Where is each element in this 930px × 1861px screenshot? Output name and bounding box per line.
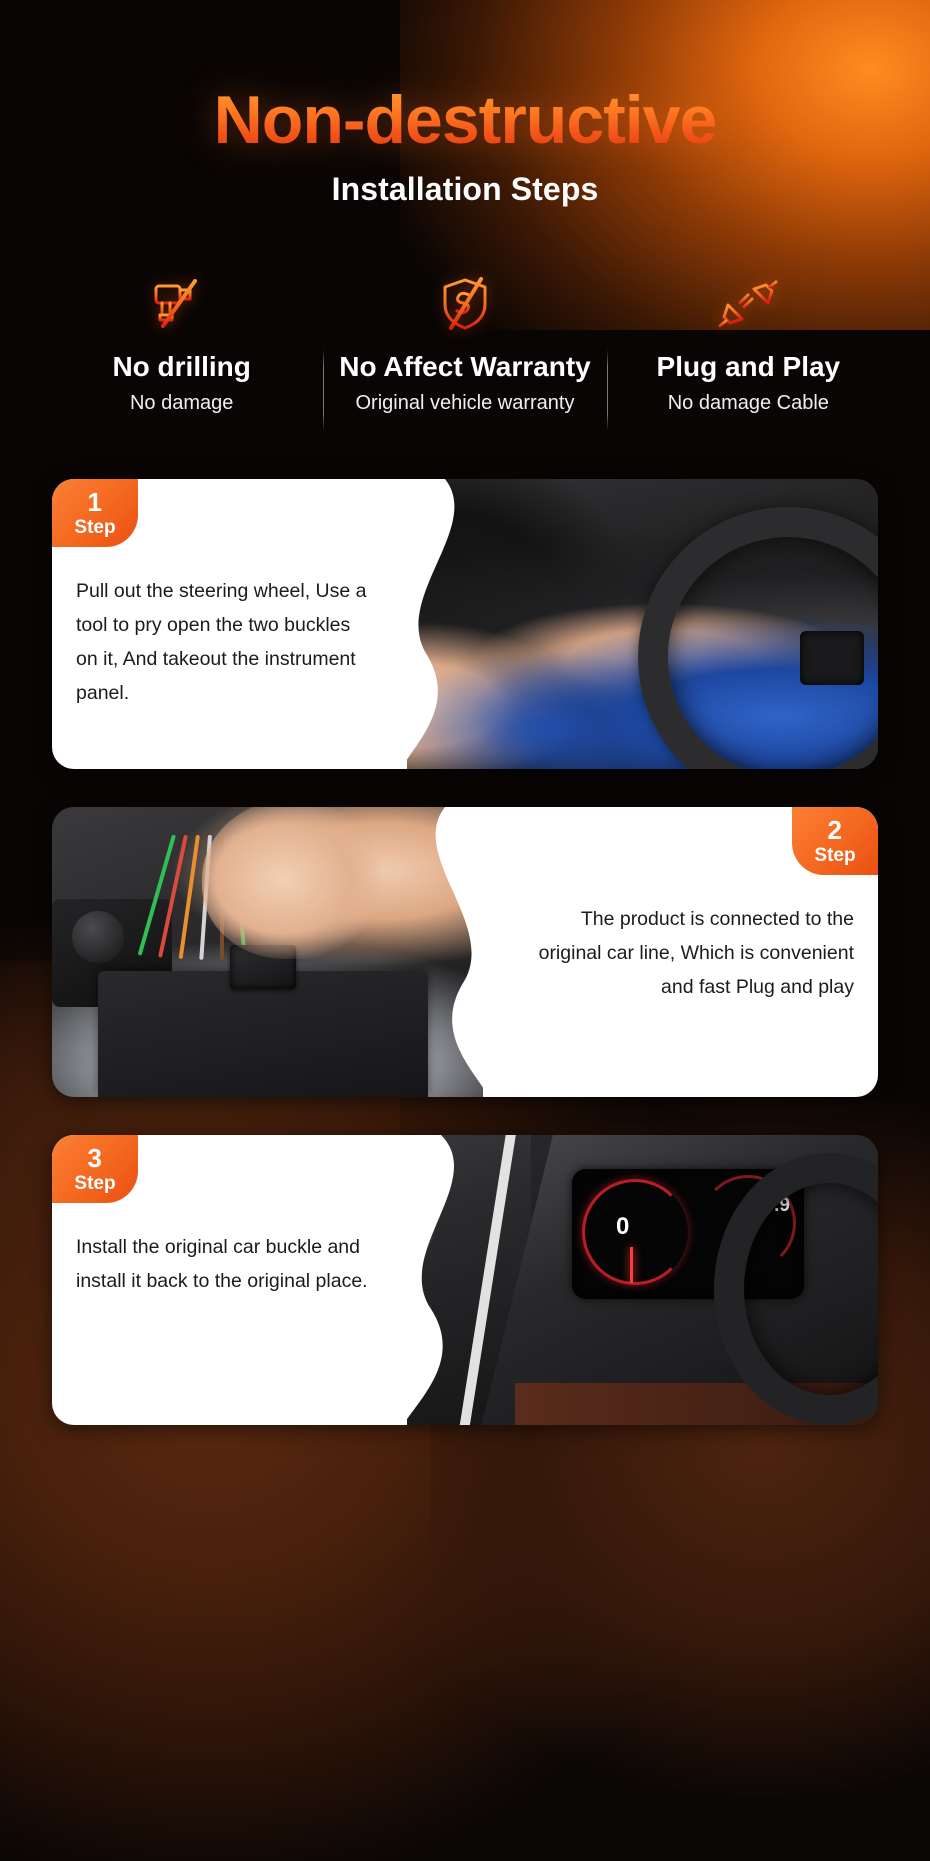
gauge-needle bbox=[630, 1247, 633, 1284]
page-header: Non-destructive Installation Steps bbox=[0, 0, 930, 208]
plug-connector-icon bbox=[613, 270, 884, 338]
step-card-3: 0 0.9 3 Step Install the original car bu… bbox=[52, 1135, 878, 1426]
step-badge-2: 2 Step bbox=[792, 807, 878, 876]
instrument-panel-shape bbox=[98, 971, 428, 1098]
feature-subtitle: No damage Cable bbox=[667, 392, 829, 415]
step-badge-1: 1 Step bbox=[52, 479, 138, 548]
step-badge-3: 3 Step bbox=[52, 1135, 138, 1204]
headlight-knob-shape bbox=[72, 911, 124, 964]
feature-title: No drilling bbox=[112, 351, 251, 382]
feature-list: No drilling No damage No Affect Warranty… bbox=[0, 270, 930, 432]
no-warranty-shield-icon bbox=[329, 270, 600, 338]
no-drill-icon bbox=[46, 270, 317, 338]
cluster-speed-readout: 0 bbox=[616, 1213, 630, 1241]
step-word: Step bbox=[74, 517, 116, 539]
speedometer-arc bbox=[582, 1179, 688, 1286]
step-number: 2 bbox=[827, 815, 843, 846]
feature-subtitle: No damage bbox=[129, 392, 234, 415]
air-vent-shape bbox=[800, 631, 864, 686]
step-number: 1 bbox=[87, 487, 103, 518]
feature-title: Plug and Play bbox=[656, 351, 841, 382]
feature-plug-and-play: Plug and Play No damage Cable bbox=[606, 270, 890, 432]
feature-no-drilling: No drilling No damage bbox=[40, 270, 323, 415]
step-card-1: 1 Step Pull out the steering wheel, Use … bbox=[52, 479, 878, 770]
step-card-list: 1 Step Pull out the steering wheel, Use … bbox=[0, 479, 930, 1426]
step-word: Step bbox=[74, 1173, 116, 1195]
feature-subtitle: Original vehicle warranty bbox=[355, 392, 575, 415]
hand-shape bbox=[202, 807, 382, 960]
feature-no-affect-warranty: No Affect Warranty Original vehicle warr… bbox=[323, 270, 606, 432]
page-title: Non-destructive bbox=[213, 82, 718, 158]
step-number: 3 bbox=[87, 1143, 103, 1174]
page-root: Non-destructive Installation Steps No dr… bbox=[0, 0, 930, 1561]
step-word: Step bbox=[814, 845, 856, 867]
step-description: Install the original car buckle and inst… bbox=[76, 1236, 368, 1292]
page-subtitle: Installation Steps bbox=[331, 171, 599, 207]
step-card-2: 2 Step The product is connected to the o… bbox=[52, 807, 878, 1098]
feature-title: No Affect Warranty bbox=[339, 351, 591, 382]
step-description: The product is connected to the original… bbox=[538, 908, 854, 998]
step-description: Pull out the steering wheel, Use a tool … bbox=[76, 580, 367, 704]
